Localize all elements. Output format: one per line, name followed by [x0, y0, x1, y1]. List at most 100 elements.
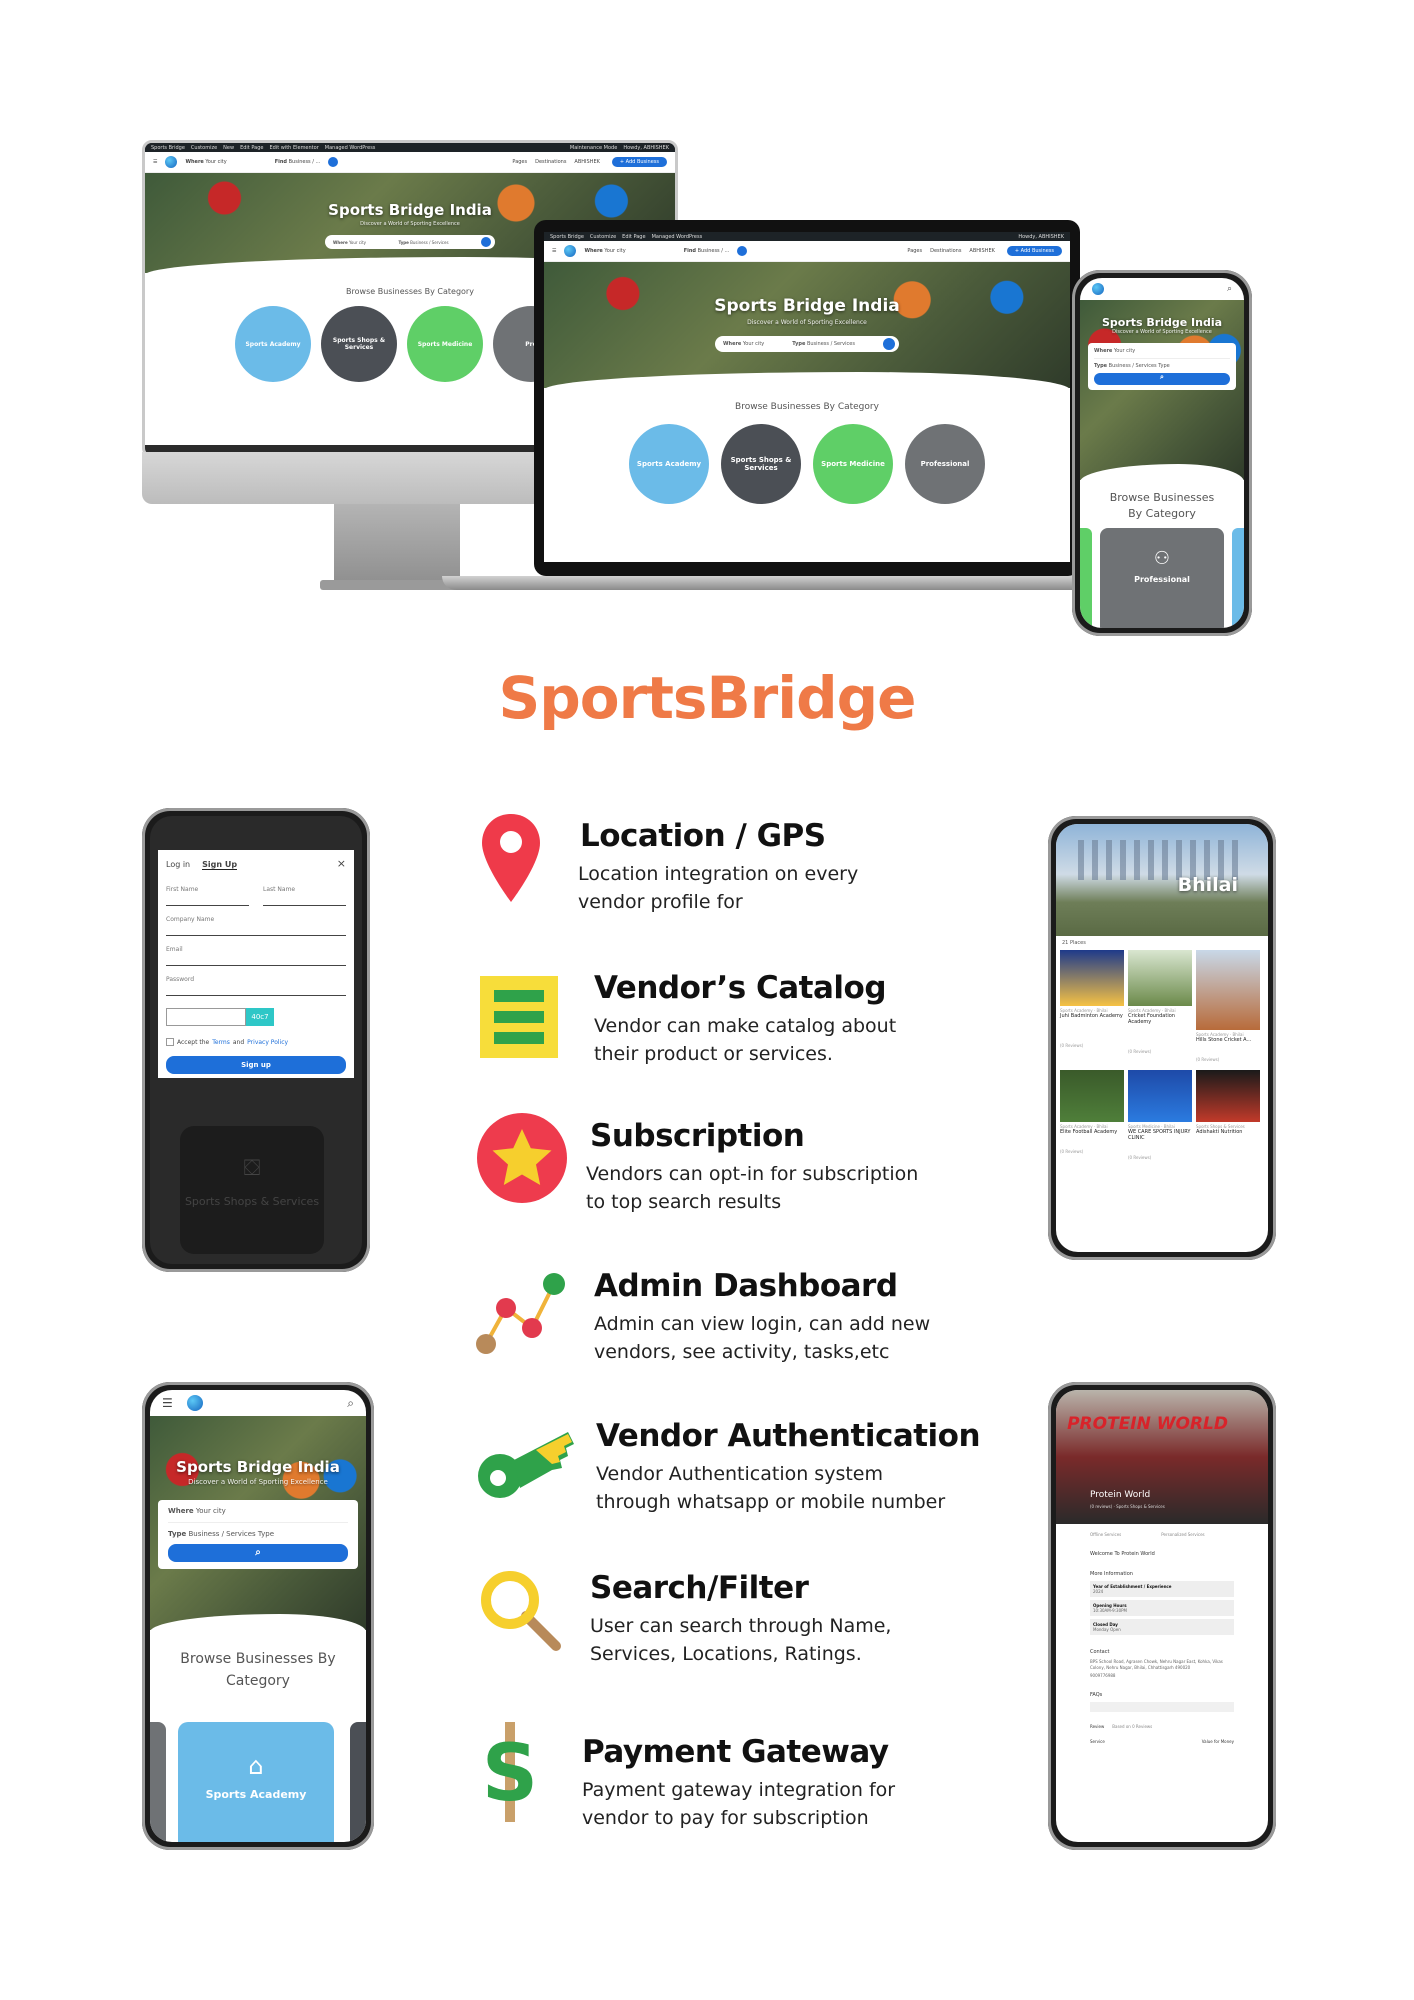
signup-button[interactable]: Sign up: [166, 1056, 346, 1074]
catalog-icon: [480, 976, 558, 1058]
search-icon[interactable]: ⌕: [1227, 284, 1232, 294]
search-icon[interactable]: ⌕: [347, 1396, 354, 1411]
hero-search-button[interactable]: [480, 237, 491, 247]
logo-icon[interactable]: [1092, 283, 1104, 295]
category-sports-shops[interactable]: Sports Shops & Services: [721, 424, 801, 504]
listing-card[interactable]: Sports Academy · Bhilai Cricket Foundati…: [1128, 950, 1192, 1062]
listing-name: Adishakti Nutrition: [1196, 1129, 1243, 1135]
hero-search[interactable]: Where Your city Type Business / Services: [325, 235, 495, 249]
destinations-menu[interactable]: Destinations: [535, 159, 566, 165]
category-label: Sports Medicine: [821, 460, 885, 468]
search-icon[interactable]: [328, 157, 339, 167]
where-input[interactable]: Your city: [205, 159, 226, 165]
add-business-button[interactable]: + Add Business: [1006, 246, 1062, 256]
admin-bar-managed[interactable]: Managed WordPress: [652, 234, 703, 240]
listing-card[interactable]: Sports Shops & Services Adishakti Nutrit…: [1196, 1070, 1260, 1160]
admin-bar-new[interactable]: New: [223, 145, 234, 151]
menu-icon[interactable]: ☰: [552, 248, 556, 254]
user-menu[interactable]: ABHISHEK: [969, 248, 994, 254]
find-input[interactable]: Business / ...: [698, 248, 730, 254]
captcha-input[interactable]: [166, 1008, 246, 1026]
find-input[interactable]: Business / ...: [289, 159, 321, 165]
category-professional[interactable]: ⚇ Professional: [1100, 528, 1224, 628]
listing-card[interactable]: Sports Academy · Bhilai Juhi Badminton A…: [1060, 950, 1124, 1062]
privacy-link[interactable]: Privacy Policy: [247, 1039, 288, 1046]
admin-bar-managed[interactable]: Managed WordPress: [325, 145, 376, 151]
category-prev-card[interactable]: [150, 1722, 166, 1842]
search-icon[interactable]: [737, 246, 748, 256]
category-next-card[interactable]: [1232, 528, 1244, 628]
contact-heading: Contact: [1090, 1649, 1110, 1655]
category-sports-medicine[interactable]: Sports Medicine: [407, 306, 483, 382]
admin-bar-customize[interactable]: Customize: [590, 234, 616, 240]
type-input[interactable]: Business / Services Type: [189, 1530, 275, 1538]
password-field[interactable]: Password: [166, 976, 346, 983]
menu-icon[interactable]: ☰: [162, 1396, 173, 1410]
category-prev-card[interactable]: [1080, 528, 1092, 628]
category-professional[interactable]: Professional: [905, 424, 985, 504]
admin-bar-customize[interactable]: Customize: [191, 145, 217, 151]
where-input[interactable]: Your city: [196, 1507, 226, 1515]
rating-service[interactable]: Service: [1090, 1739, 1105, 1744]
pages-menu[interactable]: Pages: [512, 159, 527, 165]
listing-card[interactable]: Sports Academy · Bhilai Elite Football A…: [1060, 1070, 1124, 1160]
category-sports-shops[interactable]: Sports Shops & Services: [321, 306, 397, 382]
phone-home-screen: ⌕ Sports Bridge India Discover a World o…: [1080, 278, 1244, 628]
email-field[interactable]: Email: [166, 946, 346, 953]
hero-search[interactable]: Where Your city Type Business / Services: [715, 336, 899, 352]
login-tab[interactable]: Log in: [166, 860, 190, 870]
phone-search-button[interactable]: ⌕: [168, 1544, 348, 1562]
admin-bar-elementor[interactable]: Edit with Elementor: [269, 145, 318, 151]
hero-type-input[interactable]: Business / Services: [410, 240, 448, 245]
accept-terms[interactable]: Accept the Terms and Privacy Policy: [166, 1038, 346, 1046]
close-icon[interactable]: ×: [337, 858, 346, 870]
listing-card[interactable]: Sports Medicine · Bhilai WE CARE SPORTS …: [1128, 1070, 1192, 1160]
phone-hero: Sports Bridge India Discover a World of …: [1080, 300, 1244, 480]
admin-bar-edit[interactable]: Edit Page: [240, 145, 263, 151]
category-next-card[interactable]: [350, 1722, 366, 1842]
category-sports-academy[interactable]: Sports Academy: [629, 424, 709, 504]
where-input[interactable]: Your city: [604, 248, 625, 254]
company-field[interactable]: Company Name: [166, 916, 346, 923]
category-sports-academy[interactable]: ⌂ Sports Academy: [178, 1722, 334, 1842]
hero-where-input[interactable]: Your city: [349, 240, 366, 245]
last-name-field[interactable]: Last Name: [263, 886, 346, 893]
hero-search-button[interactable]: [882, 338, 895, 350]
destinations-menu[interactable]: Destinations: [930, 248, 961, 254]
add-business-button[interactable]: + Add Business: [611, 157, 667, 167]
rating-value[interactable]: Value for Money: [1202, 1739, 1234, 1744]
hero-where-input[interactable]: Your city: [743, 341, 764, 347]
first-name-field[interactable]: First Name: [166, 886, 249, 893]
city-title: Bhilai: [1177, 874, 1238, 896]
admin-bar-site[interactable]: Sports Bridge: [151, 145, 185, 151]
logo-icon[interactable]: [186, 1395, 203, 1411]
terms-checkbox[interactable]: [166, 1038, 174, 1046]
howdy-label[interactable]: Howdy, ABHISHEK: [1018, 234, 1064, 240]
pages-menu[interactable]: Pages: [907, 248, 922, 254]
feature-title-location: Location / GPS: [580, 818, 826, 854]
admin-bar-site[interactable]: Sports Bridge: [550, 234, 584, 240]
user-menu[interactable]: ABHISHEK: [574, 159, 599, 165]
where-input[interactable]: Your city: [1114, 348, 1135, 354]
menu-icon[interactable]: ☰: [153, 159, 157, 165]
faq-item[interactable]: [1090, 1702, 1234, 1712]
tab-personalized-services[interactable]: Personalized Services: [1161, 1532, 1204, 1537]
terms-link[interactable]: Terms: [212, 1039, 230, 1046]
type-input[interactable]: Business / Services Type: [1109, 363, 1170, 369]
store-phone[interactable]: 9009776988: [1056, 1671, 1268, 1678]
info-value: Monday Open: [1093, 1627, 1121, 1632]
hero-type-input[interactable]: Business / Services: [807, 341, 855, 347]
store-address[interactable]: BPS School Road, Agrasen Chowk, Nehru Na…: [1056, 1655, 1268, 1671]
tab-offline-services[interactable]: Offline Services: [1090, 1532, 1121, 1537]
listing-card[interactable]: Sports Academy · Bhilai Hills Stone Cric…: [1196, 950, 1260, 1062]
logo-icon[interactable]: [165, 156, 178, 168]
phone-search-button[interactable]: ⌕: [1094, 373, 1230, 385]
laptop-base: [442, 576, 1172, 590]
admin-bar-edit[interactable]: Edit Page: [622, 234, 645, 240]
howdy-label[interactable]: Howdy, ABHISHEK: [623, 145, 669, 151]
phone-store-screen: PROTEIN WORLD Protein World (0 reviews) …: [1056, 1390, 1268, 1842]
category-sports-academy[interactable]: Sports Academy: [235, 306, 311, 382]
signup-tab[interactable]: Sign Up: [202, 860, 238, 870]
logo-icon[interactable]: [564, 245, 577, 257]
category-sports-medicine[interactable]: Sports Medicine: [813, 424, 893, 504]
